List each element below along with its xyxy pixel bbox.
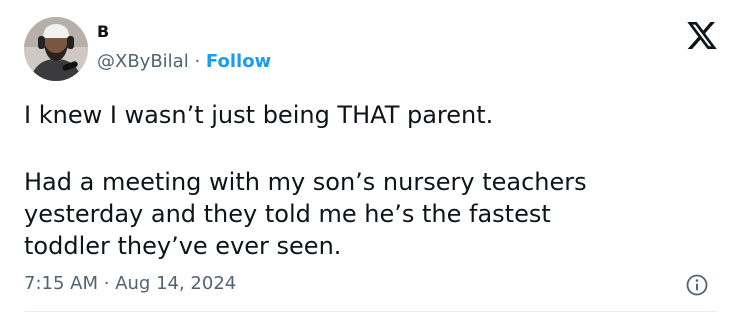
avatar[interactable] bbox=[24, 17, 88, 81]
author-handle-row: @XByBilal · Follow bbox=[97, 51, 271, 73]
follow-button[interactable]: Follow bbox=[206, 51, 271, 72]
meta-separator: · bbox=[103, 273, 110, 294]
tweet-date: Aug 14, 2024 bbox=[115, 273, 237, 294]
x-logo-icon[interactable] bbox=[687, 22, 717, 49]
tweet-text-line-3: yesterday and they told me he’s the fast… bbox=[24, 200, 551, 228]
tweet-text-line-1: I knew I wasn’t just being THAT parent. bbox=[24, 101, 494, 129]
info-icon[interactable] bbox=[686, 274, 708, 296]
tweet-text-line-2: Had a meeting with my son’s nursery teac… bbox=[24, 168, 587, 196]
tweet-time: 7:15 AM bbox=[24, 273, 98, 294]
handle-separator: · bbox=[194, 51, 201, 72]
author-name[interactable]: B bbox=[97, 22, 109, 42]
author-handle[interactable]: @XByBilal bbox=[97, 51, 189, 72]
tweet-timestamp[interactable]: 7:15 AM · Aug 14, 2024 bbox=[24, 272, 236, 296]
tweet-text-line-4: toddler they’ve ever seen. bbox=[24, 232, 342, 260]
divider bbox=[24, 311, 716, 312]
tweet-card: B @XByBilal · Follow I knew I wasn’t jus… bbox=[0, 0, 740, 316]
avatar-image bbox=[24, 17, 88, 81]
